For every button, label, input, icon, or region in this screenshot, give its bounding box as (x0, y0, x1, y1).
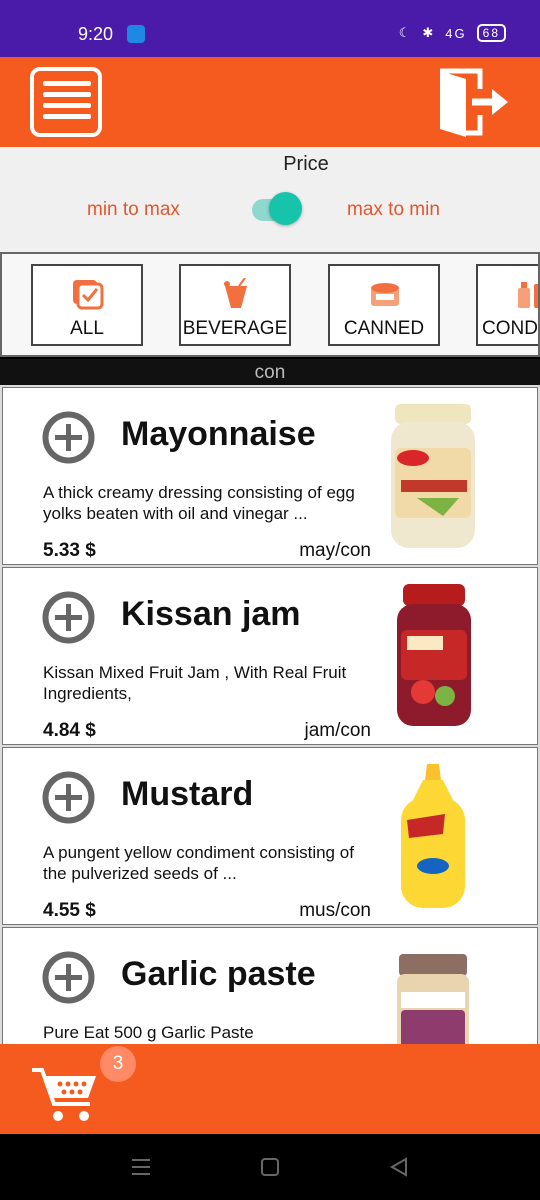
logout-icon[interactable] (436, 65, 512, 139)
recent-apps-icon[interactable] (130, 1156, 152, 1178)
product-name: Garlic paste (121, 955, 316, 993)
price-sort-panel: Price min to max max to min (0, 147, 540, 252)
product-code: may/con (299, 540, 371, 561)
product-code: mus/con (299, 900, 371, 921)
active-filter-label: con (254, 362, 286, 383)
product-price: 4.84 $ (43, 720, 96, 741)
product-card-kissan-jam[interactable]: Kissan jam Kissan Mixed Fruit Jam , With… (2, 567, 538, 745)
category-label: ALL (70, 318, 104, 339)
condiment-bottles-icon (518, 282, 538, 308)
shopping-cart-icon[interactable] (30, 1054, 100, 1124)
category-label: CONDIMENTS (482, 318, 540, 339)
battery-icon: 68 (476, 24, 506, 42)
category-label: BEVERAGE (182, 318, 288, 339)
check-box-icon (73, 280, 104, 310)
product-price: 5.33 $ (43, 540, 96, 561)
category-all[interactable]: ALL (31, 264, 143, 346)
menu-button[interactable] (30, 67, 102, 137)
product-description: A thick creamy dressing consisting of eg… (43, 483, 355, 523)
product-name: Mustard (121, 775, 254, 813)
product-card-garlic-paste[interactable]: Garlic paste Pure Eat 500 g Garlic Paste (2, 927, 538, 1044)
app-bar (0, 57, 540, 147)
add-to-cart-icon[interactable] (41, 410, 96, 465)
cart-count-badge: 3 (100, 1046, 136, 1082)
product-price: 4.55 $ (43, 900, 96, 921)
sort-max-to-min-label[interactable]: max to min (347, 199, 440, 221)
sort-min-to-max-label[interactable]: min to max (87, 199, 180, 221)
product-code: jam/con (304, 720, 371, 741)
add-to-cart-icon[interactable] (41, 770, 96, 825)
filter-bar: con (0, 359, 540, 385)
status-indicators: ☾ ✱ 4G 68 (399, 24, 506, 42)
status-time: 9:20 (78, 24, 114, 44)
status-bar: 9:20 ☾ ✱ 4G 68 (0, 0, 540, 57)
product-card-mayonnaise[interactable]: Mayonnaise A thick creamy dressing consi… (2, 387, 538, 565)
category-condiments[interactable]: CONDIMENTS (476, 264, 540, 346)
add-to-cart-icon[interactable] (41, 950, 96, 1005)
menu-icon (43, 81, 91, 86)
notification-app-icon (127, 25, 145, 43)
menu-icon-line (43, 114, 91, 119)
category-beverage[interactable]: BEVERAGE (179, 264, 291, 346)
bluetooth-icon: ✱ (422, 25, 436, 40)
mustard-bottle-image (401, 764, 465, 908)
product-card-mustard[interactable]: Mustard A pungent yellow condiment consi… (2, 747, 538, 925)
system-navigation-bar (0, 1134, 540, 1200)
canned-food-icon (371, 283, 399, 306)
moon-icon: ☾ (398, 25, 413, 40)
product-list[interactable]: Mayonnaise A thick creamy dressing consi… (0, 385, 540, 1044)
product-name: Kissan jam (121, 595, 301, 633)
back-icon[interactable] (388, 1156, 410, 1178)
garlic-paste-jar-image (397, 954, 469, 1044)
home-icon[interactable] (259, 1156, 281, 1178)
category-canned[interactable]: CANNED (328, 264, 440, 346)
cart-bar: 3 (0, 1044, 540, 1134)
network-label: 4G (445, 25, 467, 41)
product-description: Pure Eat 500 g Garlic Paste (43, 1023, 254, 1042)
drink-glass-icon (224, 278, 247, 308)
category-bar: ALL BEVERAGE CANNED CONDIMENTS (0, 252, 540, 357)
mayonnaise-jar-image (391, 404, 475, 548)
jam-jar-image (397, 584, 471, 726)
add-to-cart-icon[interactable] (41, 590, 96, 645)
product-description: Kissan Mixed Fruit Jam , With Real Fruit… (43, 663, 347, 703)
price-sort-toggle-knob[interactable] (269, 192, 302, 225)
product-description: A pungent yellow condiment consisting of… (43, 843, 354, 883)
menu-icon-line (43, 103, 91, 108)
price-sort-title: Price (283, 153, 329, 175)
product-name: Mayonnaise (121, 415, 316, 453)
category-label: CANNED (343, 318, 425, 339)
menu-icon-line (43, 92, 91, 97)
